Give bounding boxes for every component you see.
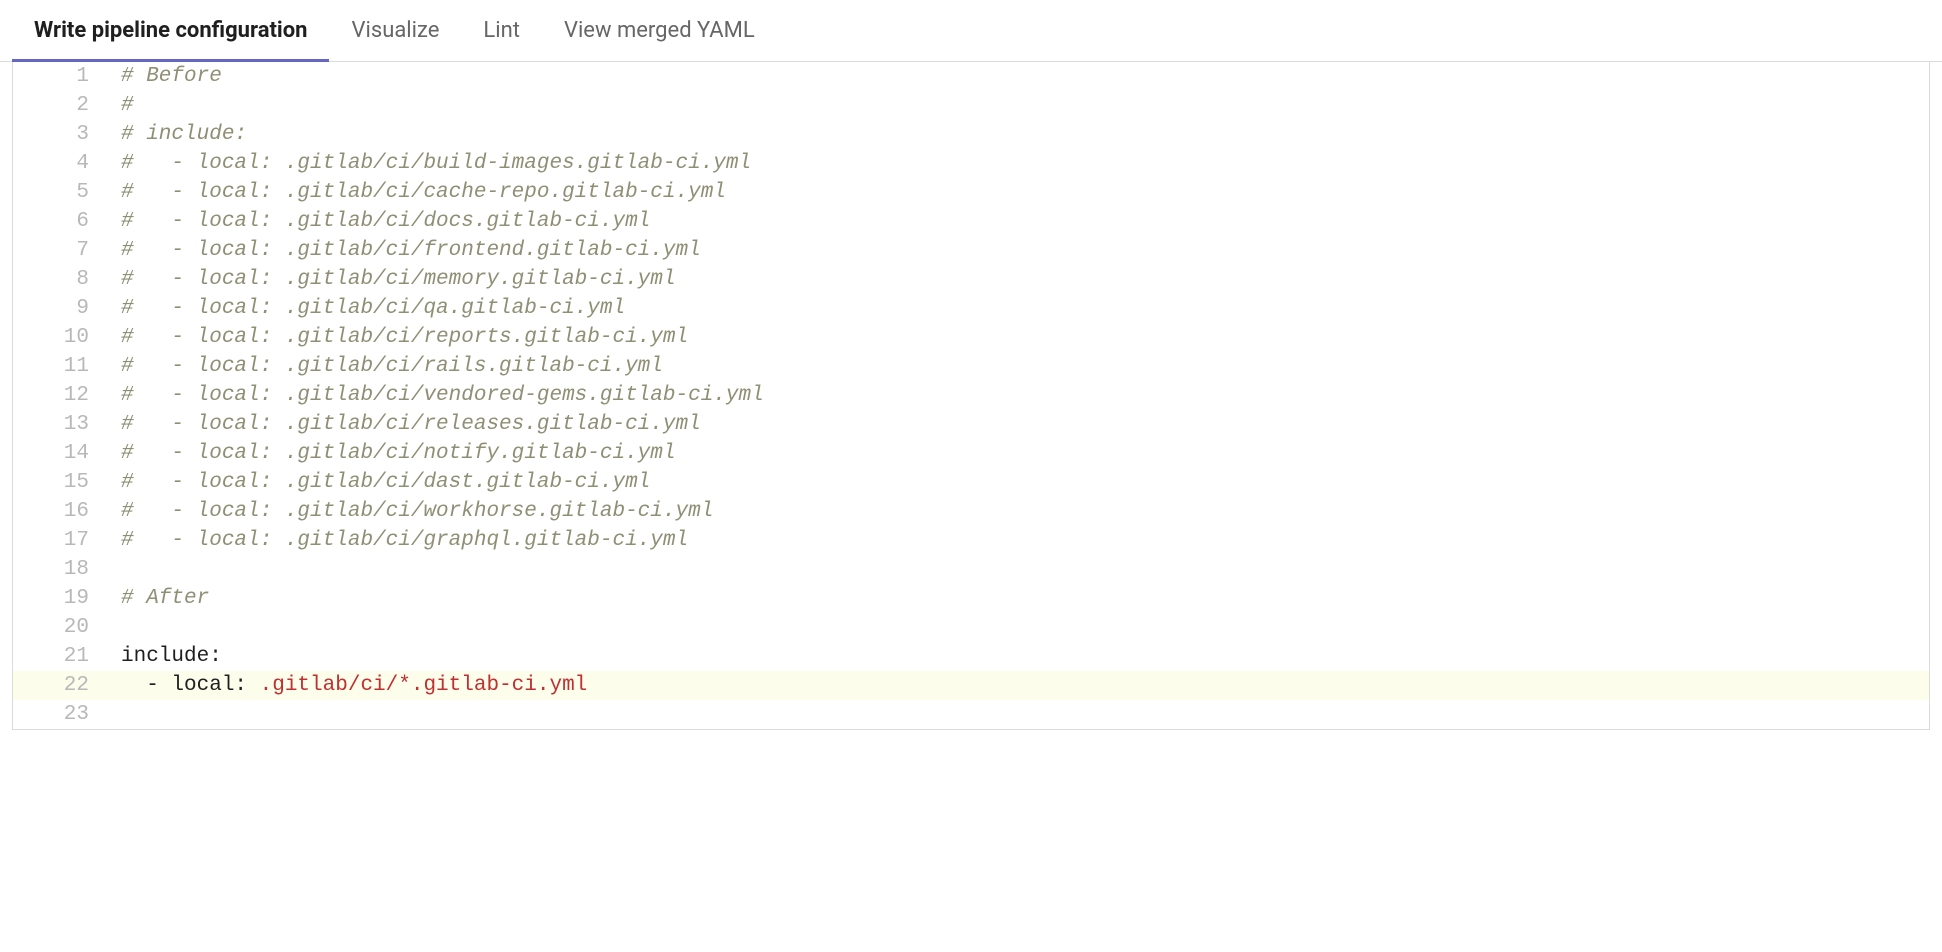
- comment-text: # - local: .gitlab/ci/docs.gitlab-ci.yml: [121, 210, 650, 233]
- code-content[interactable]: # - local: .gitlab/ci/graphql.gitlab-ci.…: [113, 526, 1929, 555]
- code-content[interactable]: # - local: .gitlab/ci/docs.gitlab-ci.yml: [113, 207, 1929, 236]
- code-line[interactable]: 22 - local: .gitlab/ci/*.gitlab-ci.yml: [13, 671, 1929, 700]
- code-content[interactable]: [113, 613, 1929, 642]
- code-content[interactable]: # - local: .gitlab/ci/reports.gitlab-ci.…: [113, 323, 1929, 352]
- comment-text: # - local: .gitlab/ci/memory.gitlab-ci.y…: [121, 268, 676, 291]
- line-number: 1: [13, 62, 113, 91]
- code-line[interactable]: 5 # - local: .gitlab/ci/cache-repo.gitlab…: [13, 178, 1929, 207]
- code-content[interactable]: # - local: .gitlab/ci/workhorse.gitlab-c…: [113, 497, 1929, 526]
- code-content[interactable]: [113, 555, 1929, 584]
- code-content[interactable]: # - local: .gitlab/ci/cache-repo.gitlab-…: [113, 178, 1929, 207]
- comment-text: # - local: .gitlab/ci/workhorse.gitlab-c…: [121, 500, 713, 523]
- code-content[interactable]: # include:: [113, 120, 1929, 149]
- comment-text: # - local: .gitlab/ci/dast.gitlab-ci.yml: [121, 471, 650, 494]
- line-number: 19: [13, 584, 113, 613]
- code-content[interactable]: # - local: .gitlab/ci/releases.gitlab-ci…: [113, 410, 1929, 439]
- line-number: 22: [13, 671, 113, 700]
- code-line[interactable]: 2#: [13, 91, 1929, 120]
- line-number: 12: [13, 381, 113, 410]
- code-line[interactable]: 18: [13, 555, 1929, 584]
- comment-text: # - local: .gitlab/ci/frontend.gitlab-ci…: [121, 239, 701, 262]
- code-content[interactable]: # - local: .gitlab/ci/build-images.gitla…: [113, 149, 1929, 178]
- code-content[interactable]: # - local: .gitlab/ci/dast.gitlab-ci.yml: [113, 468, 1929, 497]
- line-number: 14: [13, 439, 113, 468]
- code-line[interactable]: 4 # - local: .gitlab/ci/build-images.gitl…: [13, 149, 1929, 178]
- code-content[interactable]: # After: [113, 584, 1929, 613]
- comment-text: # - local: .gitlab/ci/notify.gitlab-ci.y…: [121, 442, 676, 465]
- code-content[interactable]: # - local: .gitlab/ci/rails.gitlab-ci.ym…: [113, 352, 1929, 381]
- code-line[interactable]: 7 # - local: .gitlab/ci/frontend.gitlab-c…: [13, 236, 1929, 265]
- comment-text: # - local: .gitlab/ci/rails.gitlab-ci.ym…: [121, 355, 663, 378]
- line-number: 20: [13, 613, 113, 642]
- code-line[interactable]: 11 # - local: .gitlab/ci/rails.gitlab-ci.…: [13, 352, 1929, 381]
- tab-write-pipeline-configuration[interactable]: Write pipeline configuration: [12, 0, 329, 61]
- code-line[interactable]: 21 include:: [13, 642, 1929, 671]
- comment-text: # - local: .gitlab/ci/qa.gitlab-ci.yml: [121, 297, 625, 320]
- code-line[interactable]: 19 # After: [13, 584, 1929, 613]
- code-content[interactable]: # - local: .gitlab/ci/memory.gitlab-ci.y…: [113, 265, 1929, 294]
- comment-text: # - local: .gitlab/ci/graphql.gitlab-ci.…: [121, 529, 688, 552]
- yaml-key: - local:: [121, 674, 260, 697]
- code-line[interactable]: 8 # - local: .gitlab/ci/memory.gitlab-ci.…: [13, 265, 1929, 294]
- line-number: 7: [13, 236, 113, 265]
- code-content[interactable]: #: [113, 91, 1929, 120]
- code-content[interactable]: # - local: .gitlab/ci/qa.gitlab-ci.yml: [113, 294, 1929, 323]
- comment-text: # After: [121, 587, 209, 610]
- line-number: 2: [13, 91, 113, 120]
- line-number: 3: [13, 120, 113, 149]
- line-number: 11: [13, 352, 113, 381]
- tab-view-merged-yaml[interactable]: View merged YAML: [542, 0, 777, 61]
- code-line[interactable]: 14 # - local: .gitlab/ci/notify.gitlab-ci…: [13, 439, 1929, 468]
- comment-text: #: [121, 94, 134, 117]
- code-content[interactable]: # - local: .gitlab/ci/frontend.gitlab-ci…: [113, 236, 1929, 265]
- code-line[interactable]: 20: [13, 613, 1929, 642]
- tabs-bar: Write pipeline configuration Visualize L…: [0, 0, 1942, 62]
- code-editor[interactable]: 1# Before2#3# include:4# - local: .gitla…: [12, 62, 1930, 730]
- code-content[interactable]: [113, 700, 1929, 729]
- code-content[interactable]: # Before: [113, 62, 1929, 91]
- line-number: 16: [13, 497, 113, 526]
- line-number: 15: [13, 468, 113, 497]
- line-number: 8: [13, 265, 113, 294]
- code-line[interactable]: 10 # - local: .gitlab/ci/reports.gitlab-c…: [13, 323, 1929, 352]
- comment-text: # Before: [121, 65, 222, 88]
- line-number: 6: [13, 207, 113, 236]
- line-number: 5: [13, 178, 113, 207]
- code-content[interactable]: - local: .gitlab/ci/*.gitlab-ci.yml: [113, 671, 1929, 700]
- code-line[interactable]: 12 # - local: .gitlab/ci/vendored-gems.gi…: [13, 381, 1929, 410]
- code-line[interactable]: 1 # Before: [13, 62, 1929, 91]
- line-number: 13: [13, 410, 113, 439]
- line-number: 10: [13, 323, 113, 352]
- line-number: 17: [13, 526, 113, 555]
- yaml-value: .gitlab/ci/*.gitlab-ci.yml: [260, 674, 588, 697]
- tab-lint[interactable]: Lint: [461, 0, 542, 61]
- code-line[interactable]: 17 # - local: .gitlab/ci/graphql.gitlab-c…: [13, 526, 1929, 555]
- code-content[interactable]: # - local: .gitlab/ci/vendored-gems.gitl…: [113, 381, 1929, 410]
- comment-text: # - local: .gitlab/ci/vendored-gems.gitl…: [121, 384, 764, 407]
- line-number: 4: [13, 149, 113, 178]
- code-line[interactable]: 15 # - local: .gitlab/ci/dast.gitlab-ci.y…: [13, 468, 1929, 497]
- comment-text: # - local: .gitlab/ci/reports.gitlab-ci.…: [121, 326, 688, 349]
- comment-text: # include:: [121, 123, 247, 146]
- yaml-key: include:: [121, 645, 222, 668]
- comment-text: # - local: .gitlab/ci/releases.gitlab-ci…: [121, 413, 701, 436]
- code-line[interactable]: 16 # - local: .gitlab/ci/workhorse.gitlab…: [13, 497, 1929, 526]
- code-line[interactable]: 9 # - local: .gitlab/ci/qa.gitlab-ci.yml: [13, 294, 1929, 323]
- tab-visualize[interactable]: Visualize: [329, 0, 461, 61]
- line-number: 9: [13, 294, 113, 323]
- code-content[interactable]: include:: [113, 642, 1929, 671]
- line-number: 23: [13, 700, 113, 729]
- code-line[interactable]: 6 # - local: .gitlab/ci/docs.gitlab-ci.ym…: [13, 207, 1929, 236]
- code-line[interactable]: 23: [13, 700, 1929, 729]
- comment-text: # - local: .gitlab/ci/cache-repo.gitlab-…: [121, 181, 726, 204]
- comment-text: # - local: .gitlab/ci/build-images.gitla…: [121, 152, 751, 175]
- code-content[interactable]: # - local: .gitlab/ci/notify.gitlab-ci.y…: [113, 439, 1929, 468]
- line-number: 18: [13, 555, 113, 584]
- code-line[interactable]: 3 # include:: [13, 120, 1929, 149]
- line-number: 21: [13, 642, 113, 671]
- code-line[interactable]: 13 # - local: .gitlab/ci/releases.gitlab-…: [13, 410, 1929, 439]
